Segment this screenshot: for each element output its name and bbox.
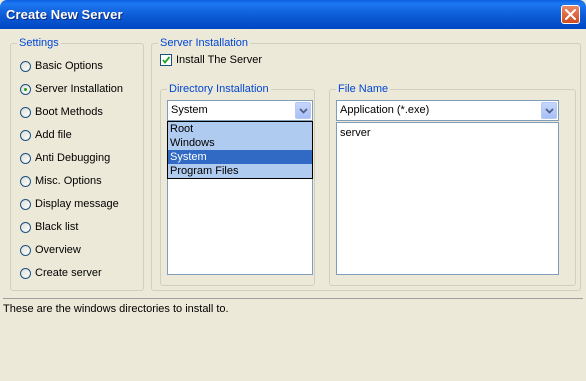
- settings-item-label: Anti Debugging: [35, 152, 111, 164]
- radio-button[interactable]: [20, 60, 31, 72]
- settings-item-misc-options[interactable]: Misc. Options: [20, 173, 102, 189]
- settings-item-server-installation[interactable]: Server Installation: [20, 81, 123, 97]
- directory-option[interactable]: System: [168, 150, 312, 164]
- description-text: These are the windows directories to ins…: [3, 303, 229, 315]
- settings-item-label: Add file: [35, 129, 72, 141]
- install-server-label: Install The Server: [176, 54, 263, 66]
- settings-item-overview[interactable]: Overview: [20, 242, 81, 258]
- directory-option[interactable]: Program Files: [168, 164, 312, 178]
- install-server-checkbox[interactable]: [160, 54, 172, 66]
- directory-dropdown-list[interactable]: Root Windows System Program Files: [167, 121, 313, 179]
- radio-button[interactable]: [20, 267, 31, 279]
- directory-select-value: System: [171, 104, 208, 116]
- settings-item-label: Boot Methods: [35, 106, 103, 118]
- chevron-down-icon: [299, 108, 308, 114]
- settings-item-create-server[interactable]: Create server: [20, 265, 102, 281]
- radio-button[interactable]: [20, 175, 31, 187]
- install-server-checkbox-row[interactable]: Install The Server: [160, 52, 262, 68]
- directory-option[interactable]: Windows: [168, 136, 312, 150]
- close-icon: [565, 9, 576, 20]
- settings-item-basic-options[interactable]: Basic Options: [20, 58, 103, 74]
- server-installation-legend: Server Installation: [158, 37, 251, 49]
- settings-legend: Settings: [17, 37, 61, 49]
- title-bar: Create New Server: [0, 0, 586, 29]
- directory-option[interactable]: Root: [168, 122, 312, 136]
- radio-button[interactable]: [20, 152, 31, 164]
- radio-button[interactable]: [20, 106, 31, 118]
- settings-item-boot-methods[interactable]: Boot Methods: [20, 104, 103, 120]
- settings-group: Settings Basic Options Server Installatio…: [10, 37, 144, 291]
- settings-item-add-file[interactable]: Add file: [20, 127, 72, 143]
- settings-item-label: Basic Options: [35, 60, 103, 72]
- file-type-dropdown-button[interactable]: [541, 102, 557, 119]
- settings-item-label: Misc. Options: [35, 175, 102, 187]
- close-button[interactable]: [561, 5, 580, 24]
- directory-select[interactable]: System: [167, 100, 313, 121]
- settings-item-label: Overview: [35, 244, 81, 256]
- settings-item-label: Server Installation: [35, 83, 124, 95]
- radio-button[interactable]: [20, 129, 31, 141]
- checkmark-icon: [162, 56, 171, 64]
- file-name-textbox[interactable]: server: [336, 122, 559, 275]
- radio-button[interactable]: [20, 221, 31, 233]
- description-panel: These are the windows directories to ins…: [3, 298, 583, 381]
- radio-button[interactable]: [20, 244, 31, 256]
- settings-item-label: Black list: [35, 221, 79, 233]
- settings-item-anti-debugging[interactable]: Anti Debugging: [20, 150, 110, 166]
- file-type-select-value: Application (*.exe): [340, 104, 430, 116]
- settings-item-display-message[interactable]: Display message: [20, 196, 119, 212]
- file-name-legend: File Name: [336, 83, 391, 95]
- settings-item-label: Create server: [35, 267, 102, 279]
- chevron-down-icon: [545, 108, 554, 114]
- directory-dropdown-button[interactable]: [295, 102, 311, 119]
- radio-button[interactable]: [20, 83, 31, 95]
- file-type-select[interactable]: Application (*.exe): [336, 100, 559, 121]
- settings-item-black-list[interactable]: Black list: [20, 219, 78, 235]
- radio-button[interactable]: [20, 198, 31, 210]
- window-title: Create New Server: [6, 7, 123, 22]
- dialog-body: Settings Basic Options Server Installatio…: [3, 29, 583, 381]
- directory-installation-legend: Directory Installation: [167, 83, 271, 95]
- settings-item-label: Display message: [35, 198, 119, 210]
- file-name-value: server: [340, 127, 371, 139]
